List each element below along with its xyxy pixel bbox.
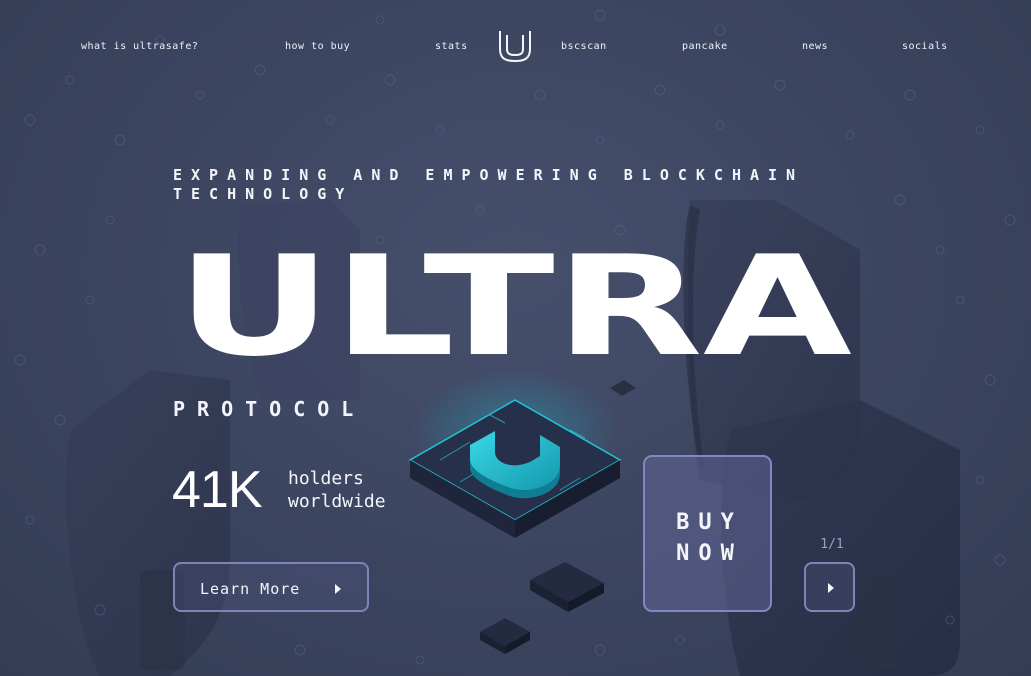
learn-more-label: Learn More xyxy=(200,580,301,598)
buy-now-label: BUY NOW xyxy=(676,510,743,566)
nav-news[interactable]: news xyxy=(802,41,828,52)
holders-label: holders worldwide xyxy=(288,468,386,512)
nav-what-is-ultrasafe[interactable]: what is ultrasafe? xyxy=(81,41,198,52)
learn-more-button[interactable]: Learn More xyxy=(173,562,369,612)
ultra-logo-icon[interactable] xyxy=(498,29,532,63)
holders-count: 41K xyxy=(172,461,263,519)
nav-how-to-buy[interactable]: how to buy xyxy=(285,41,350,52)
play-arrow-icon xyxy=(335,584,341,594)
hero-subtitle: PROTOCOL xyxy=(173,397,366,421)
isometric-u-chip-icon xyxy=(408,370,636,654)
nav-socials[interactable]: socials xyxy=(902,41,948,52)
nav-bscscan[interactable]: bscscan xyxy=(561,41,607,52)
nav-pancake[interactable]: pancake xyxy=(682,41,728,52)
slide-pager: 1/1 xyxy=(820,537,844,552)
hero-tagline: EXPANDING AND EMPOWERING BLOCKCHAIN TECH… xyxy=(173,166,805,203)
next-slide-button[interactable] xyxy=(804,562,855,612)
svg-text:ULTRA: ULTRA xyxy=(176,252,852,358)
play-arrow-icon xyxy=(828,583,834,593)
nav-stats[interactable]: stats xyxy=(435,41,468,52)
buy-now-button[interactable]: BUY NOW xyxy=(643,455,772,612)
hero-title: ULTRA xyxy=(176,252,852,358)
